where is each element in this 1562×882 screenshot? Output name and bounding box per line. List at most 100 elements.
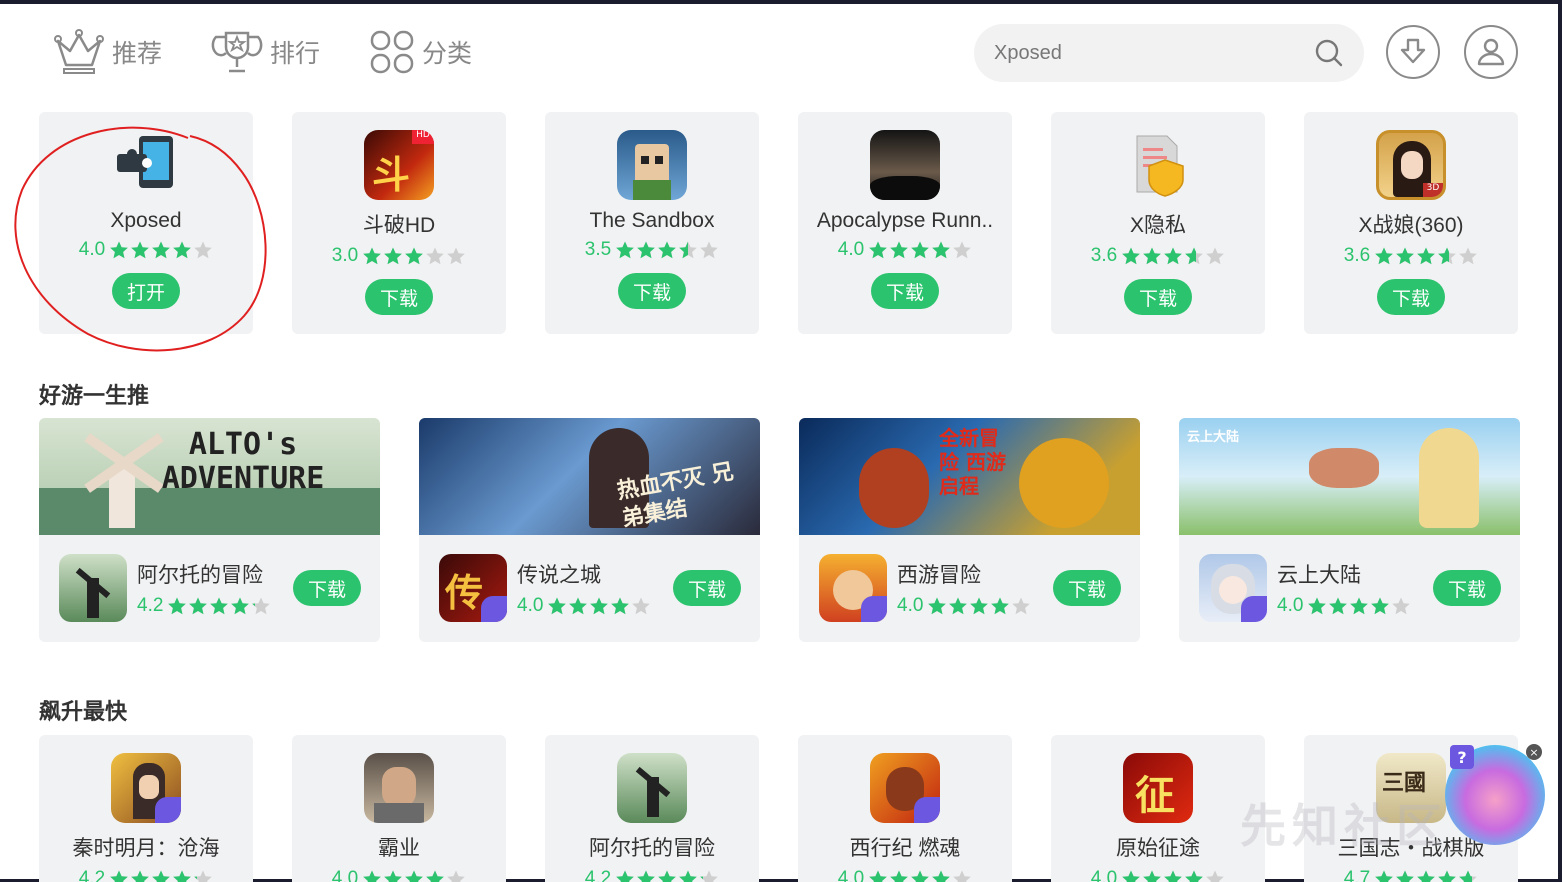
- star-rating: [1121, 869, 1225, 882]
- banner-info: 云上大陆 4.0: [1199, 554, 1423, 622]
- banner-title: ALTO's ADVENTURE: [161, 427, 325, 496]
- star-icon: [362, 246, 382, 266]
- star-icon: [1374, 869, 1394, 882]
- star-icon: [109, 869, 129, 882]
- star-rating: [1374, 869, 1478, 882]
- star-icon: [446, 246, 466, 266]
- star-rating: [1121, 246, 1225, 266]
- star-icon: [948, 596, 968, 616]
- star-icon: [678, 869, 698, 882]
- banner-image[interactable]: 云上大陆: [1179, 418, 1520, 535]
- star-icon: [868, 869, 888, 882]
- star-icon: [1458, 869, 1478, 882]
- search-bar[interactable]: [974, 24, 1364, 82]
- app-card[interactable]: 阿尔托的冒险 4.2: [545, 735, 759, 882]
- app-name: The Sandbox: [589, 209, 715, 232]
- app-name: 云上大陆: [1277, 563, 1361, 587]
- app-card[interactable]: 西行纪 燃魂 4.0: [798, 735, 1012, 882]
- app-name: 阿尔托的冒险: [589, 837, 715, 860]
- star-icon: [952, 869, 972, 882]
- rating: 4.0: [1277, 595, 1423, 617]
- star-icon: [1205, 246, 1225, 266]
- banner-card[interactable]: 云上大陆 云上大陆 4.0 下载: [1179, 418, 1520, 642]
- search-input[interactable]: [994, 41, 1314, 65]
- nav-label: 推荐: [112, 39, 163, 68]
- star-icon: [425, 869, 445, 882]
- help-badge[interactable]: ?: [1450, 745, 1474, 769]
- trophy-icon: [211, 31, 263, 73]
- download-button[interactable]: 下载: [871, 273, 939, 309]
- annotation-circle: [14, 126, 267, 352]
- app-name: 斗破HD: [362, 214, 436, 237]
- app-card[interactable]: 3D X战娘(360) 3.6 下载: [1304, 112, 1518, 334]
- star-icon: [952, 240, 972, 260]
- download-button[interactable]: 下载: [365, 279, 433, 315]
- baye-app-icon: [364, 753, 434, 823]
- star-icon: [610, 596, 630, 616]
- rating: 4.0: [838, 239, 972, 261]
- close-assistant-button[interactable]: ×: [1526, 744, 1542, 760]
- rating-value: 4.0: [1090, 868, 1118, 882]
- star-icon: [678, 240, 698, 260]
- star-icon: [1416, 869, 1436, 882]
- app-card[interactable]: 征 原始征途 4.0: [1051, 735, 1265, 882]
- rating: 4.0: [897, 595, 1043, 617]
- nav-item-recommend[interactable]: 推荐: [52, 24, 162, 80]
- app-name: 传说之城: [517, 563, 601, 587]
- app-card[interactable]: 霸业 4.0: [292, 735, 506, 882]
- nav-item-category[interactable]: 分类: [368, 24, 472, 80]
- star-icon: [868, 240, 888, 260]
- window-top-border: [0, 0, 1562, 4]
- star-rating: [1374, 246, 1478, 266]
- star-icon: [1011, 596, 1031, 616]
- download-button[interactable]: 下载: [673, 570, 741, 606]
- star-icon: [568, 596, 588, 616]
- app-name: 霸业: [378, 837, 420, 860]
- banner-image[interactable]: 全新冒险 西游启程: [799, 418, 1140, 535]
- banner-image[interactable]: ALTO's ADVENTURE: [39, 418, 380, 535]
- star-icon: [1163, 246, 1183, 266]
- chuanshuo-app-icon: 传: [439, 554, 507, 622]
- banner-card[interactable]: ALTO's ADVENTURE 阿尔托的冒险 4.2 下载: [39, 418, 380, 642]
- star-icon: [1416, 246, 1436, 266]
- star-icon: [589, 596, 609, 616]
- star-icon: [1184, 246, 1204, 266]
- app-card[interactable]: X隐私 3.6 下载: [1051, 112, 1265, 334]
- download-button[interactable]: 下载: [1433, 570, 1501, 606]
- banner-card[interactable]: 全新冒险 西游启程 西游冒险 4.0 下载: [799, 418, 1140, 642]
- star-rating: [868, 869, 972, 882]
- star-icon: [172, 869, 192, 882]
- app-card[interactable]: 秦时明月：沧海 4.2: [39, 735, 253, 882]
- download-manager-button[interactable]: [1386, 25, 1440, 79]
- star-rating: [615, 240, 719, 260]
- download-button[interactable]: 下载: [1053, 570, 1121, 606]
- app-card[interactable]: Apocalypse Runn.. 4.0 下载: [798, 112, 1012, 334]
- banner-image[interactable]: 热血不灭 兄弟集结: [419, 418, 760, 535]
- user-profile-button[interactable]: [1464, 25, 1518, 79]
- alto-app-icon: [59, 554, 127, 622]
- rating-value: 4.2: [584, 868, 612, 882]
- star-icon: [636, 869, 656, 882]
- star-icon: [251, 596, 271, 616]
- section-title: 飙升最快: [39, 700, 128, 725]
- banner-card[interactable]: 热血不灭 兄弟集结 传 传说之城 4.0 下载: [419, 418, 760, 642]
- star-rating: [362, 869, 466, 882]
- app-name: 西行纪 燃魂: [849, 837, 961, 860]
- download-button[interactable]: 下载: [293, 570, 361, 606]
- download-button[interactable]: 下载: [618, 273, 686, 309]
- qinshi-app-icon: [111, 753, 181, 823]
- app-card[interactable]: HD 斗 斗破HD 3.0 下载: [292, 112, 506, 334]
- app-card[interactable]: The Sandbox 3.5 下载: [545, 112, 759, 334]
- nav-label: 分类: [422, 39, 473, 68]
- download-button[interactable]: 下载: [1377, 279, 1445, 315]
- star-icon: [1121, 869, 1141, 882]
- star-icon: [1205, 869, 1225, 882]
- rating-value: 4.0: [517, 595, 544, 616]
- rating-value: 4.0: [331, 868, 359, 882]
- search-icon[interactable]: [1314, 38, 1344, 68]
- nav-item-ranking[interactable]: 排行: [210, 24, 320, 80]
- star-icon: [1163, 869, 1183, 882]
- download-button[interactable]: 下载: [1124, 279, 1192, 315]
- star-icon: [615, 869, 635, 882]
- star-icon: [927, 596, 947, 616]
